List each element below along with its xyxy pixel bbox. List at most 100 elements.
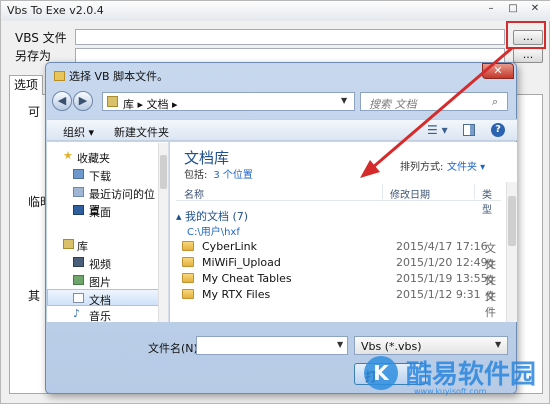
file-list-scrollbar[interactable] [506, 182, 517, 322]
file-type-select[interactable]: Vbs (*.vbs) ▼ [354, 336, 508, 355]
title-bar: Vbs To Exe v2.0.4 – □ ✕ [1, 1, 550, 21]
recent-icon [73, 187, 84, 197]
library-title: 文档库 [184, 149, 230, 167]
nav-item-desktop[interactable]: 桌面 [47, 202, 165, 219]
file-name: My RTX Files [202, 288, 271, 301]
folder-icon [182, 257, 194, 267]
arrange-by-label: 排列方式: [400, 162, 444, 173]
open-button[interactable]: 打 [354, 363, 426, 385]
arrange-by-dropdown[interactable]: 文件夹 ▾ [447, 158, 485, 173]
address-bar[interactable]: 库 ▸ 文档 ▸ ▼ [102, 92, 355, 111]
chevron-down-icon[interactable]: ▼ [337, 340, 343, 349]
file-date: 2015/1/12 9:31 [396, 288, 481, 301]
file-row[interactable]: My RTX Files 2015/1/12 9:31 文件 [182, 287, 502, 319]
file-row[interactable]: MiWiFi_Upload 2015/1/20 12:49 文件 [182, 255, 502, 287]
column-divider [474, 184, 475, 199]
chevron-down-icon[interactable]: ▼ [495, 340, 501, 349]
nav-item-music[interactable]: ♪ 音乐 [47, 306, 165, 323]
panel-label-3: 其 [28, 289, 41, 303]
nav-label: 图片 [89, 276, 111, 289]
tab-options[interactable]: 选项 [9, 75, 43, 95]
nav-item-downloads[interactable]: 下载 [47, 166, 165, 183]
save-browse-button[interactable]: ... [513, 48, 543, 63]
nav-scroll-thumb[interactable] [160, 155, 167, 189]
vbs-file-input[interactable] [75, 29, 505, 45]
breadcrumb[interactable]: 库 ▸ 文档 ▸ [123, 96, 178, 112]
search-placeholder: 搜索 文档 [369, 98, 417, 111]
group-path: C:\用户\hxf [187, 227, 240, 238]
highlight-box [506, 21, 546, 49]
video-icon [73, 257, 84, 267]
nav-scrollbar[interactable] [158, 143, 168, 322]
nav-label: 收藏夹 [77, 152, 110, 165]
maximize-button[interactable]: □ [506, 3, 520, 16]
preview-pane-icon[interactable] [463, 124, 475, 136]
folder-icon [54, 71, 65, 81]
minimize-button[interactable]: – [484, 3, 498, 16]
column-header: 名称 修改日期 类型 [176, 182, 501, 216]
dialog-title: 选择 VB 脚本文件。 [54, 68, 168, 84]
file-row[interactable]: CyberLink 2015/4/17 17:16 文件 [182, 239, 502, 271]
column-divider [382, 184, 383, 199]
library-icon [107, 96, 118, 107]
folder-icon [182, 289, 194, 299]
open-button-label: 打 [365, 370, 378, 384]
includes-label: 包括: [184, 170, 208, 181]
navigation-pane: ★ 收藏夹 下载 最近访问的位置 桌面 库 视频 图片 文档 ♪ 音乐 [47, 142, 169, 323]
music-icon: ♪ [73, 307, 81, 320]
file-type-value: Vbs (*.vbs) [361, 340, 422, 353]
file-name: CyberLink [202, 240, 257, 253]
nav-item-documents[interactable]: 文档 [47, 289, 165, 307]
folder-icon [182, 241, 194, 251]
nav-label: 库 [77, 240, 88, 253]
file-date: 2015/1/20 12:49 [396, 256, 488, 269]
open-file-dialog: 选择 VB 脚本文件。 ✕ ◀ ▶ 库 ▸ 文档 ▸ ▼ 搜索 文档 ⌕ 组织 … [45, 62, 517, 394]
search-icon[interactable]: ⌕ [492, 95, 498, 109]
organize-button[interactable]: 组织 ▾ [63, 124, 94, 140]
column-date[interactable]: 修改日期 [390, 186, 430, 201]
nav-item-recent[interactable]: 最近访问的位置 [47, 184, 165, 217]
column-type[interactable]: 类型 [482, 186, 501, 216]
document-icon [73, 293, 84, 303]
file-name: My Cheat Tables [202, 272, 292, 285]
nav-label: 视频 [89, 258, 111, 271]
nav-label: 桌面 [89, 206, 111, 219]
help-icon[interactable]: ? [491, 123, 505, 137]
locations-link[interactable]: 3 个位置 [213, 170, 253, 181]
chevron-down-icon[interactable]: ▼ [341, 96, 347, 105]
download-icon [73, 169, 84, 179]
nav-label: 下载 [89, 170, 111, 183]
file-row[interactable]: My Cheat Tables 2015/1/19 13:55 文件 [182, 271, 502, 303]
library-icon [63, 239, 74, 249]
back-button[interactable]: ◀ [52, 91, 72, 111]
file-list-pane: 文档库 包括: 3 个位置 排列方式: 文件夹 ▾ 名称 修改日期 类型 ▴ 我的… [170, 142, 517, 322]
forward-button[interactable]: ▶ [73, 91, 93, 111]
file-type: 文件 [485, 290, 496, 319]
nav-item-library[interactable]: 库 [47, 236, 165, 253]
column-name[interactable]: 名称 [184, 186, 204, 201]
new-folder-button[interactable]: 新建文件夹 [114, 124, 169, 140]
dialog-close-button[interactable]: ✕ [482, 63, 514, 79]
file-date: 2015/4/17 17:16 [396, 240, 488, 253]
nav-item-favorites[interactable]: ★ 收藏夹 [47, 148, 165, 165]
file-date: 2015/1/19 13:55 [396, 272, 488, 285]
nav-item-pictures[interactable]: 图片 [47, 272, 165, 289]
filename-input[interactable]: ▼ [196, 336, 348, 355]
app-title: Vbs To Exe v2.0.4 [7, 4, 104, 17]
close-button[interactable]: ✕ [528, 3, 542, 16]
group-header[interactable]: ▴ 我的文档 (7) [176, 208, 248, 224]
desktop-icon [73, 205, 84, 215]
panel-label-1: 可 [28, 105, 41, 119]
search-input[interactable]: 搜索 文档 ⌕ [360, 92, 508, 111]
file-list-scroll-thumb[interactable] [508, 196, 516, 246]
save-as-label: 另存为 [15, 49, 52, 63]
nav-item-videos[interactable]: 视频 [47, 254, 165, 271]
picture-icon [73, 275, 84, 285]
folder-icon [182, 273, 194, 283]
dialog-title-text: 选择 VB 脚本文件。 [69, 70, 169, 83]
vbs-file-label: VBS 文件 [15, 31, 67, 45]
dialog-toolbar: 组织 ▾ 新建文件夹 ☰ ▾ ? [47, 119, 517, 141]
view-menu-icon[interactable]: ☰ ▾ [427, 123, 448, 137]
star-icon: ★ [63, 149, 73, 162]
file-name: MiWiFi_Upload [202, 256, 281, 269]
